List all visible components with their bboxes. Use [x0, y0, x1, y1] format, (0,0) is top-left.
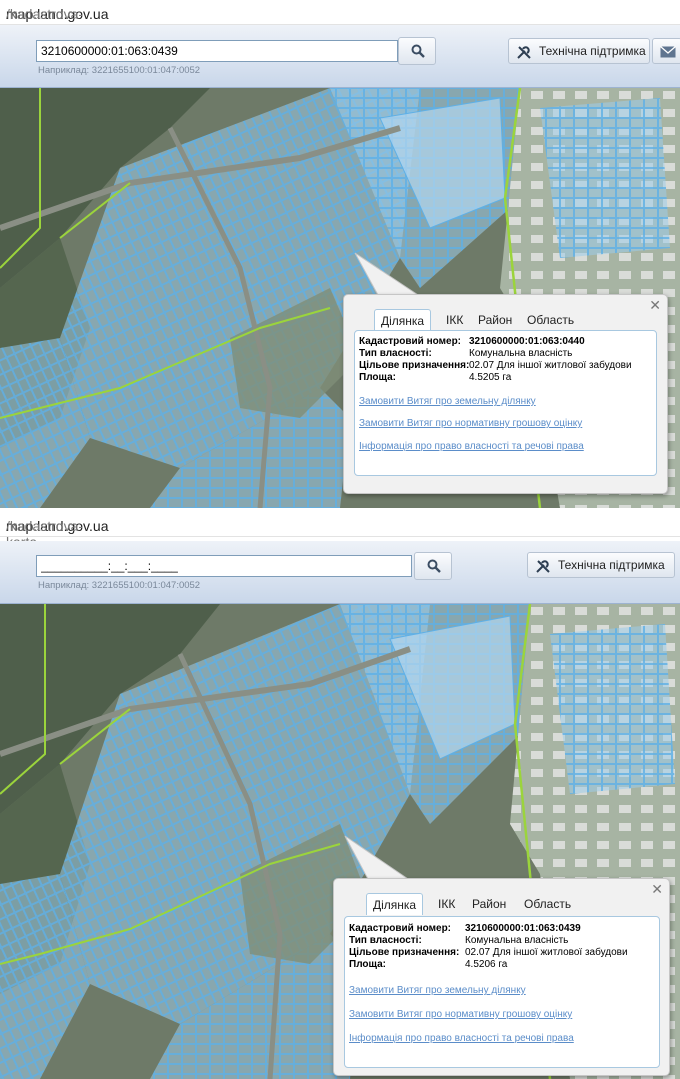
- search-button[interactable]: [414, 552, 452, 580]
- tools-icon: [517, 46, 531, 59]
- tech-support-button[interactable]: Технічна підтримка: [527, 552, 675, 578]
- tech-support-button[interactable]: Технічна підтримка: [508, 38, 650, 64]
- toolbar: Наприклад: 3221655100:01:047:0052 Техніч…: [0, 25, 680, 88]
- parcel-block: [550, 624, 675, 794]
- tab-ikk[interactable]: ІКК: [446, 309, 463, 331]
- search-example: Наприклад: 3221655100:01:047:0052: [38, 580, 201, 591]
- parcel-block: [540, 98, 670, 258]
- tab-region[interactable]: Область: [524, 893, 571, 915]
- search-example: Наприклад: 3221655100:01:047:0052: [38, 65, 201, 76]
- cadastral-search-input[interactable]: [36, 40, 398, 62]
- cadastral-map[interactable]: ✕ Ділянка ІКК Район Область Кадастровий …: [0, 88, 680, 508]
- tech-support-label: Технічна підтримка: [539, 44, 646, 58]
- search-button[interactable]: [398, 37, 436, 65]
- tab-district[interactable]: Район: [472, 893, 506, 915]
- address-bar[interactable]: map.land.gov.ua/kadastrova-karta: [0, 512, 680, 550]
- tech-support-label: Технічна підтримка: [558, 558, 665, 572]
- link-order-extract[interactable]: Замовити Витяг про земельну ділянку: [349, 985, 526, 996]
- tools-icon: [536, 560, 550, 573]
- search-icon: [411, 44, 425, 58]
- link-ownership-info[interactable]: Інформація про право власності та речові…: [349, 1033, 574, 1044]
- popup-content: Кадастровий номер: 3210600000:01:063:0439…: [344, 916, 660, 1068]
- address-bar[interactable]: map.land.gov.ua/kadastrova-karta: [0, 0, 680, 38]
- cadastral-map[interactable]: ✕ Ділянка ІКК Район Область Кадастровий …: [0, 604, 680, 1079]
- cadastral-search-input[interactable]: [36, 555, 412, 577]
- link-order-valuation[interactable]: Замовити Витяг про нормативну грошову оц…: [349, 1009, 572, 1020]
- parcel-info-popup: ✕ Ділянка ІКК Район Область Кадастровий …: [343, 294, 668, 494]
- mail-button[interactable]: [652, 38, 680, 64]
- close-icon[interactable]: ✕: [649, 297, 661, 314]
- link-order-valuation[interactable]: Замовити Витяг про нормативну грошову оц…: [359, 418, 582, 429]
- toolbar: Наприклад: 3221655100:01:047:0052 Техніч…: [0, 541, 680, 604]
- close-icon[interactable]: ✕: [651, 881, 663, 898]
- popup-content: Кадастровий номер: 3210600000:01:063:0440…: [354, 330, 657, 476]
- search-icon: [427, 559, 441, 573]
- mail-icon: [660, 46, 676, 58]
- tab-parcel[interactable]: Ділянка: [374, 309, 432, 331]
- tab-district[interactable]: Район: [478, 309, 512, 331]
- tab-region[interactable]: Область: [527, 309, 574, 331]
- screenshot-top: map.land.gov.ua/kadastrova-karta Наприкл…: [0, 0, 680, 508]
- tab-ikk[interactable]: ІКК: [438, 893, 455, 915]
- screenshot-bottom: map.land.gov.ua/kadastrova-karta Наприкл…: [0, 512, 680, 1079]
- link-ownership-info[interactable]: Інформація про право власності та речові…: [359, 441, 584, 452]
- parcel-info-popup: ✕ Ділянка ІКК Район Область Кадастровий …: [333, 878, 670, 1076]
- tab-parcel[interactable]: Ділянка: [366, 893, 424, 915]
- link-order-extract[interactable]: Замовити Витяг про земельну ділянку: [359, 396, 536, 407]
